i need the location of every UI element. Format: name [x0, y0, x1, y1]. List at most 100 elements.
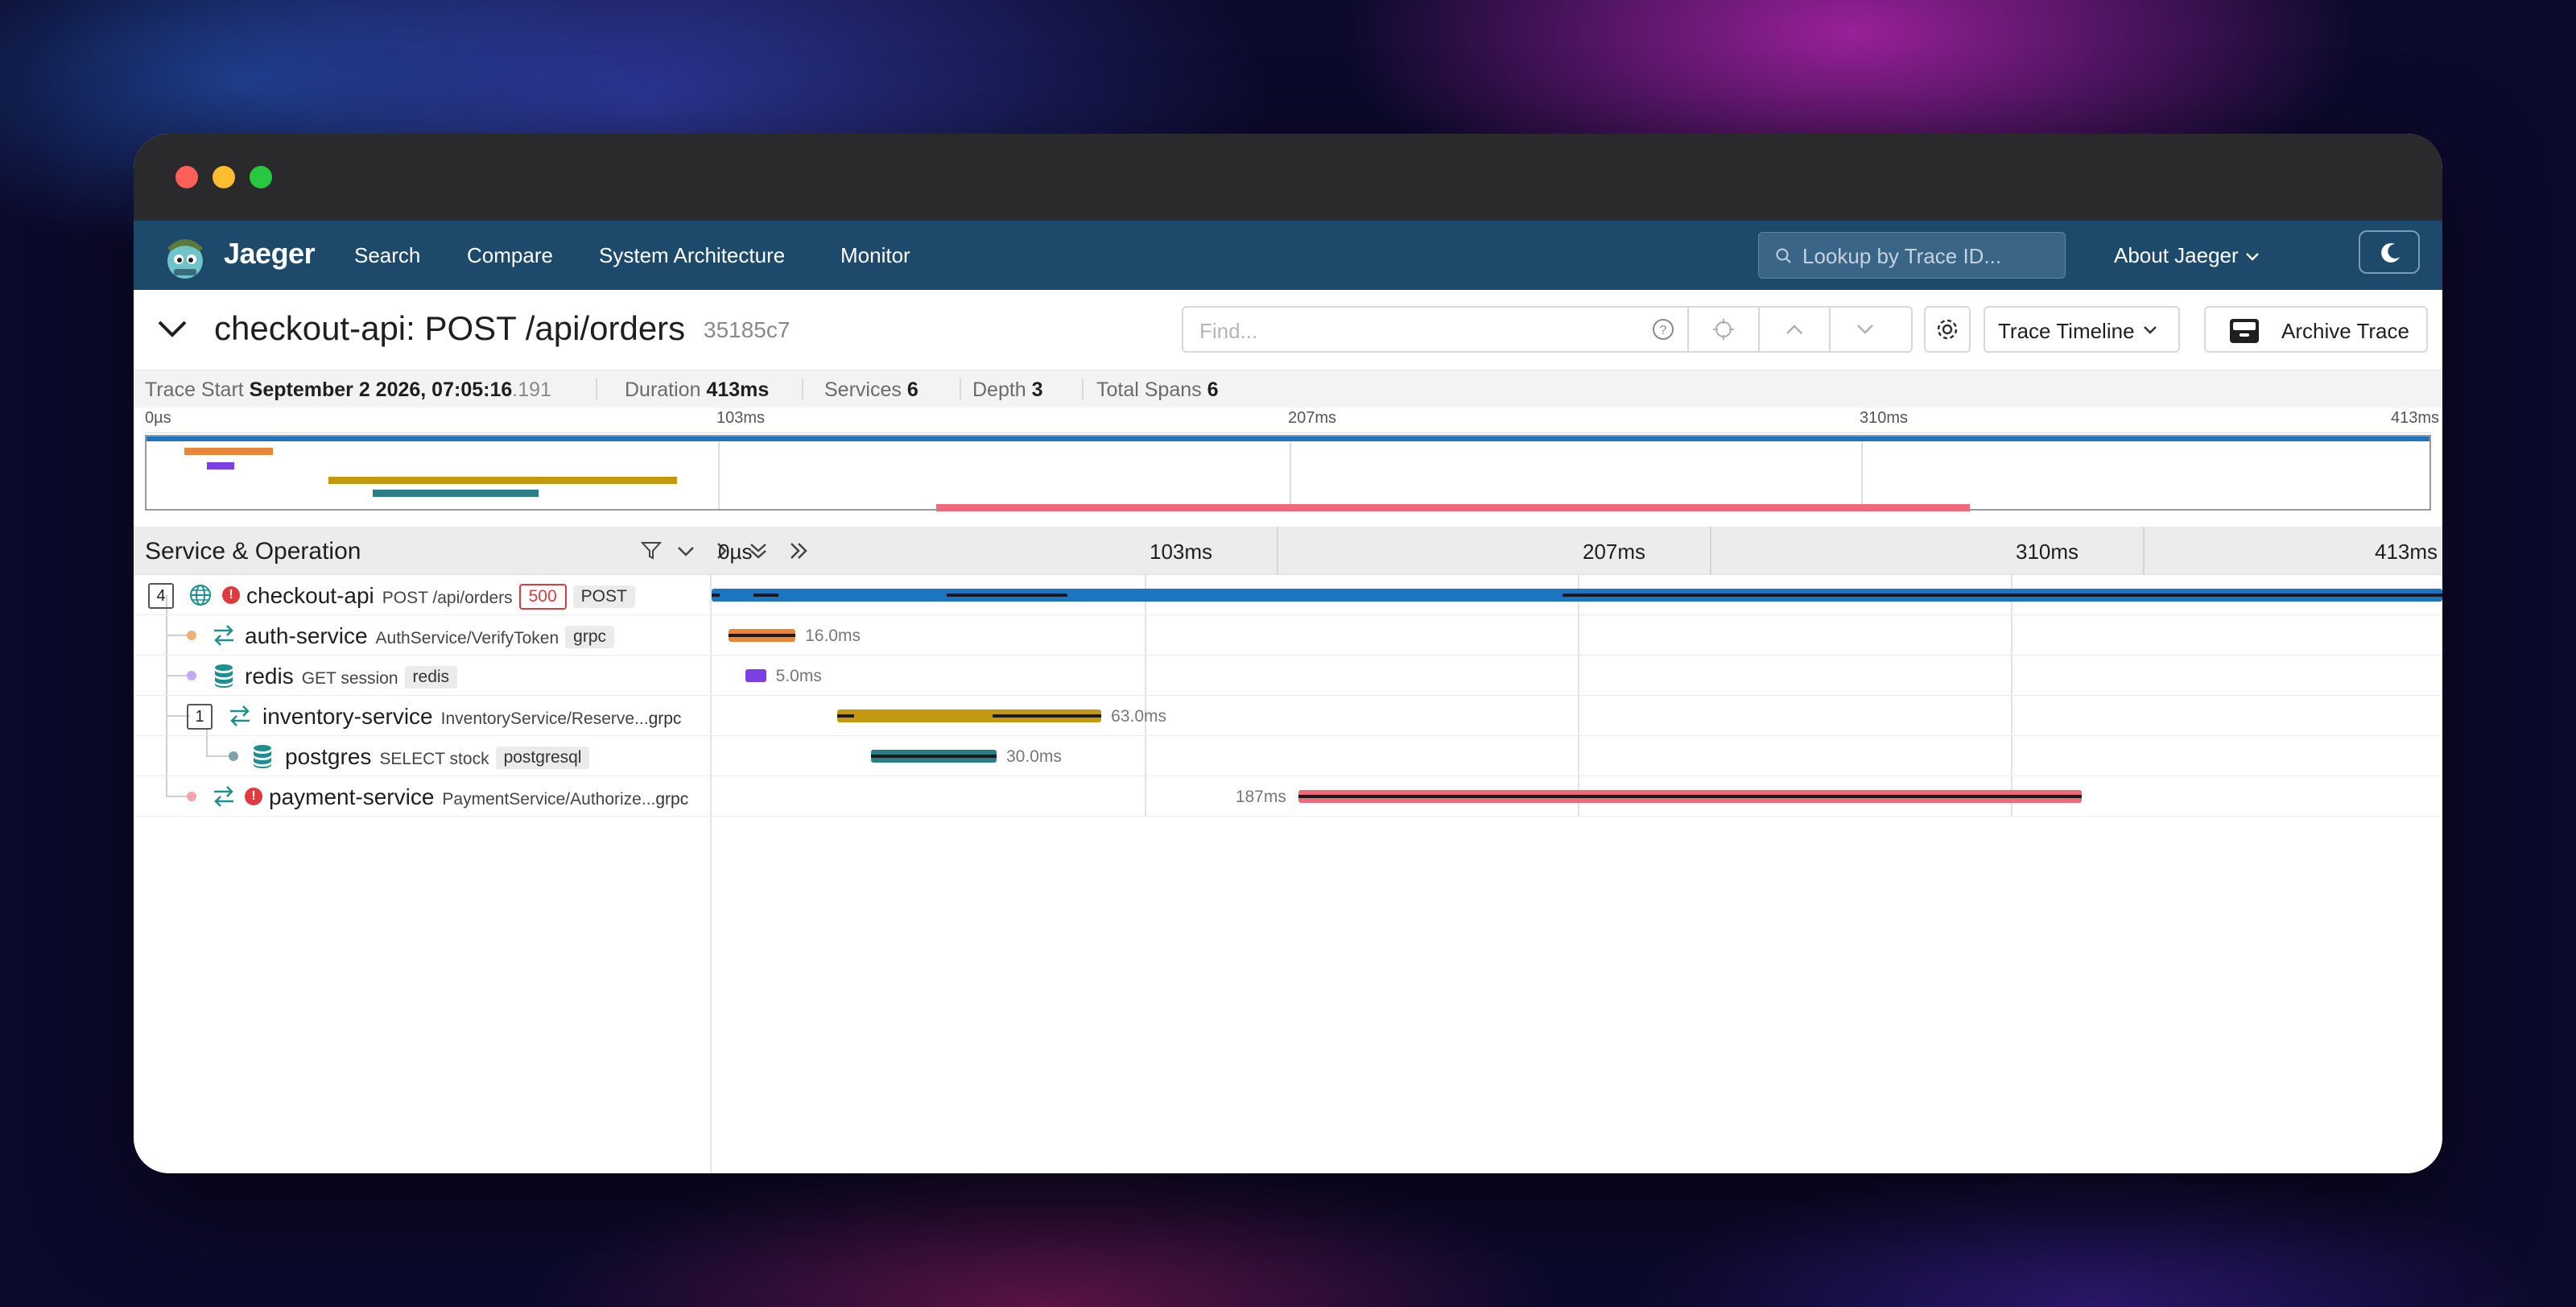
collapse-one-icon[interactable] — [676, 541, 696, 560]
divider — [802, 378, 803, 399]
settings-button[interactable] — [1924, 306, 1971, 353]
critical-path-segment — [946, 594, 1068, 597]
minimap-span-bar — [328, 477, 677, 484]
minimize-window-button[interactable] — [213, 166, 235, 188]
minimap-span-bar — [206, 462, 235, 469]
transfer-icon — [214, 786, 233, 807]
tree-dot — [187, 671, 196, 680]
help-button[interactable]: ? — [1639, 308, 1687, 351]
span-duration-label: 30.0ms — [1005, 747, 1062, 766]
chevron-down-icon — [2144, 326, 2157, 334]
span-row[interactable]: auth-service AuthService/VerifyToken grpc — [134, 615, 2442, 656]
divider — [1082, 378, 1084, 399]
minimap-span-bar — [936, 504, 1971, 511]
archive-icon — [2230, 319, 2259, 343]
database-icon — [254, 745, 271, 768]
span-duration-label: 187ms — [1235, 788, 1286, 806]
brand-name[interactable]: Jaeger — [224, 237, 316, 271]
minimap-canvas[interactable] — [145, 435, 2431, 511]
span-label: payment-service PaymentService/Authorize.… — [269, 784, 688, 810]
child-count-badge[interactable]: 1 — [187, 704, 213, 730]
chevron-up-icon — [1786, 325, 1802, 334]
search-icon — [1776, 248, 1791, 263]
status-code-tag: 500 — [518, 584, 567, 610]
error-icon: ! — [245, 788, 262, 805]
trace-id-lookup-input[interactable]: Lookup by Trace ID... — [1758, 232, 2066, 279]
nav-link-monitor[interactable]: Monitor — [840, 243, 910, 268]
service-name: payment-service — [269, 784, 435, 809]
trace-header: checkout-api: POST /api/orders 35185c7 F… — [134, 290, 2442, 370]
critical-path-segment — [1298, 795, 2083, 798]
method-tag: POST — [572, 585, 635, 608]
svg-text:?: ? — [1660, 324, 1667, 337]
expand-all-icon[interactable] — [789, 541, 810, 560]
theme-toggle-button[interactable] — [2359, 230, 2420, 274]
minimap-tick: 413ms — [2391, 409, 2440, 427]
jaeger-logo-icon[interactable] — [163, 229, 208, 282]
minimap-tick: 310ms — [1860, 409, 1909, 427]
timeline-tick: 207ms — [1583, 540, 1646, 564]
stat-value: September 2 2026, 07:05:16 — [249, 378, 513, 401]
protocol-tag: postgresql — [495, 747, 590, 769]
tree-dot — [187, 792, 196, 801]
operation-name: GET session — [301, 669, 398, 688]
stat-total-spans: Total Spans 6 — [1096, 378, 1219, 402]
nav-link-search[interactable]: Search — [354, 243, 420, 268]
span-rows: 4 ! checkout-api POST /api/orders 500 POST … — [134, 575, 2442, 1173]
span-row[interactable]: redis GET session redis — [134, 656, 2442, 696]
prev-match-button[interactable] — [1760, 308, 1829, 351]
archive-trace-button[interactable]: Archive Trace — [2204, 306, 2428, 353]
span-row[interactable]: ! payment-service PaymentService/Authoriz… — [134, 776, 2442, 817]
operation-name: InventoryService/Reserve... — [440, 709, 649, 728]
archive-label: Archive Trace — [2281, 319, 2409, 343]
maximize-window-button[interactable] — [250, 166, 272, 188]
stat-value-ms: .191 — [512, 378, 551, 401]
transfer-icon — [214, 625, 233, 646]
filter-icon[interactable] — [641, 541, 662, 560]
tree-dot — [187, 631, 196, 640]
view-mode-select[interactable]: Trace Timeline — [1984, 306, 2180, 353]
trace-title: checkout-api: POST /api/orders — [214, 309, 686, 347]
stat-value: 6 — [1207, 378, 1219, 401]
about-jaeger-menu[interactable]: About Jaeger — [2114, 243, 2260, 268]
span-bar[interactable] — [745, 669, 766, 682]
close-window-button[interactable] — [175, 166, 198, 188]
nav-link-compare[interactable]: Compare — [467, 243, 553, 268]
protocol-tag: grpc — [655, 790, 689, 809]
minimap-grid-line — [1290, 436, 1291, 509]
timeline-tick: 103ms — [1150, 540, 1213, 564]
stat-label: Depth — [972, 378, 1026, 401]
find-input[interactable]: Find... — [1199, 319, 1257, 344]
timeline-tick: 413ms — [2375, 540, 2438, 564]
grid-line — [2143, 527, 2145, 575]
collapse-chevron-icon[interactable] — [156, 317, 188, 340]
moon-icon — [2381, 242, 2400, 263]
service-name: checkout-api — [246, 583, 374, 608]
tree-dot — [229, 751, 238, 761]
window-titlebar — [134, 134, 2442, 221]
minimap-ticks: 0µs 103ms 207ms 310ms 413ms — [145, 407, 2439, 433]
minimap-grid-line — [1861, 436, 1863, 509]
stat-label: Total Spans — [1096, 378, 1202, 401]
service-name: inventory-service — [262, 704, 433, 729]
chevron-down-icon — [2245, 253, 2259, 261]
span-row[interactable]: 1 inventory-service InventoryService/Rese… — [134, 696, 2442, 736]
help-icon: ? — [1653, 319, 1674, 340]
stat-duration: Duration 413ms — [625, 378, 769, 402]
minimap-tick: 103ms — [716, 409, 766, 427]
lookup-placeholder: Lookup by Trace ID... — [1802, 244, 2002, 268]
span-row[interactable]: postgres SELECT stock postgresql — [134, 736, 2442, 776]
operation-name: POST /api/orders — [382, 589, 513, 607]
trace-stats-bar: Trace Start September 2 2026, 07:05:16.1… — [134, 370, 2442, 407]
critical-path-segment — [1562, 594, 2442, 597]
minimap-span-bar — [372, 490, 539, 497]
child-count-badge[interactable]: 4 — [148, 583, 174, 609]
stat-services: Services 6 — [824, 378, 919, 402]
stat-label: Duration — [625, 378, 701, 401]
next-match-button[interactable] — [1831, 308, 1900, 351]
transfer-icon — [230, 705, 250, 726]
nav-link-system-architecture[interactable]: System Architecture — [599, 243, 785, 268]
trace-minimap[interactable]: 0µs 103ms 207ms 310ms 413ms — [134, 407, 2442, 511]
locate-button[interactable] — [1689, 308, 1758, 351]
span-duration-label: 63.0ms — [1111, 707, 1166, 726]
